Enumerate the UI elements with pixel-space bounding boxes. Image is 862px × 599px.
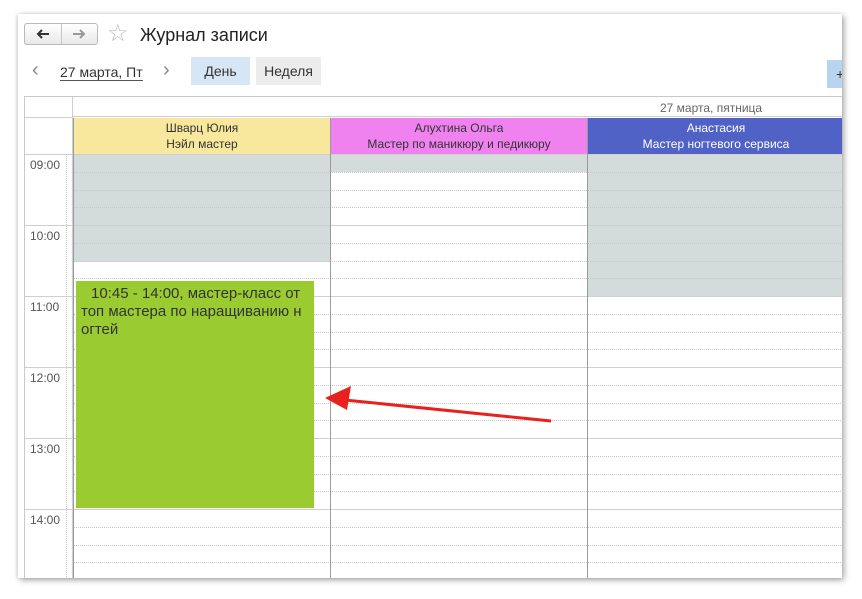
time-header-line: [25, 117, 73, 118]
add-button[interactable]: +: [827, 60, 842, 88]
red-annotation-arrow-icon: [325, 386, 552, 423]
quarter-line: [73, 527, 842, 528]
column-divider: [330, 118, 331, 578]
tab-day[interactable]: День: [191, 57, 250, 85]
appointment-event[interactable]: 10:45 - 14:00, мастер-класс от топ масте…: [76, 281, 314, 508]
resource-role: Мастер ногтевого сервиса: [642, 137, 790, 151]
time-slot-label: 09:00: [30, 158, 61, 172]
arrow-right-icon: [73, 29, 86, 39]
time-subdivider: [66, 154, 67, 578]
time-slot-label: 13:00: [30, 442, 61, 456]
app-window: ☆ Журнал записи ‹ 27 марта, Пт › День Не…: [18, 14, 842, 578]
busy-block: [588, 155, 842, 297]
resource-header-alukhtina[interactable]: Алухтина Ольга Мастер по маникюру и педи…: [331, 118, 587, 154]
hour-line: [25, 509, 842, 510]
column-divider: [73, 118, 74, 578]
time-slot-label: 10:00: [30, 229, 61, 243]
tab-week[interactable]: Неделя: [256, 57, 321, 85]
calendar-grid: 27 марта, пятница Шварц Юлия Нэйл мастер…: [24, 96, 842, 578]
hour-line: [25, 225, 842, 226]
prev-day-button[interactable]: ‹: [32, 60, 39, 80]
resource-role: Нэйл мастер: [166, 137, 238, 151]
quarter-line: [73, 261, 842, 262]
hour-line: [25, 154, 842, 155]
column-divider: [587, 118, 588, 578]
quarter-line: [73, 190, 842, 191]
resource-header-shvarts[interactable]: Шварц Юлия Нэйл мастер: [74, 118, 330, 154]
resource-name: Шварц Юлия: [165, 121, 239, 135]
current-date-link[interactable]: 27 марта, Пт: [60, 64, 143, 81]
resource-header-anastasia[interactable]: Анастасия Мастер ногтевого сервиса: [588, 118, 842, 154]
quarter-line: [73, 545, 842, 546]
event-text-line3: огтей: [81, 321, 119, 338]
history-nav: [24, 23, 98, 45]
resource-name: Алухтина Ольга: [414, 121, 504, 135]
quarter-line: [73, 172, 842, 173]
quarter-line: [73, 207, 842, 208]
event-text-line1: 10:45 - 14:00, мастер-класс от: [91, 285, 301, 302]
busy-block: [331, 155, 587, 172]
quarter-line: [73, 243, 842, 244]
resource-name: Анастасия: [686, 121, 746, 135]
date-heading: 27 марта, пятница: [73, 97, 842, 117]
quarter-line: [73, 562, 842, 563]
resource-role: Мастер по маникюру и педикюру: [367, 137, 551, 151]
forward-button[interactable]: [62, 24, 98, 44]
page-title: Журнал записи: [140, 25, 268, 45]
favorite-star-icon[interactable]: ☆: [107, 22, 129, 46]
arrow-left-icon: [36, 29, 49, 39]
event-text-line2: топ мастера по наращиванию н: [81, 303, 302, 320]
quarter-line: [73, 278, 842, 279]
time-slot-label: 14:00: [30, 513, 61, 527]
back-button[interactable]: [25, 24, 62, 44]
next-day-button[interactable]: ›: [163, 60, 170, 80]
time-slot-label: 11:00: [30, 300, 60, 314]
time-slot-label: 12:00: [30, 371, 61, 385]
